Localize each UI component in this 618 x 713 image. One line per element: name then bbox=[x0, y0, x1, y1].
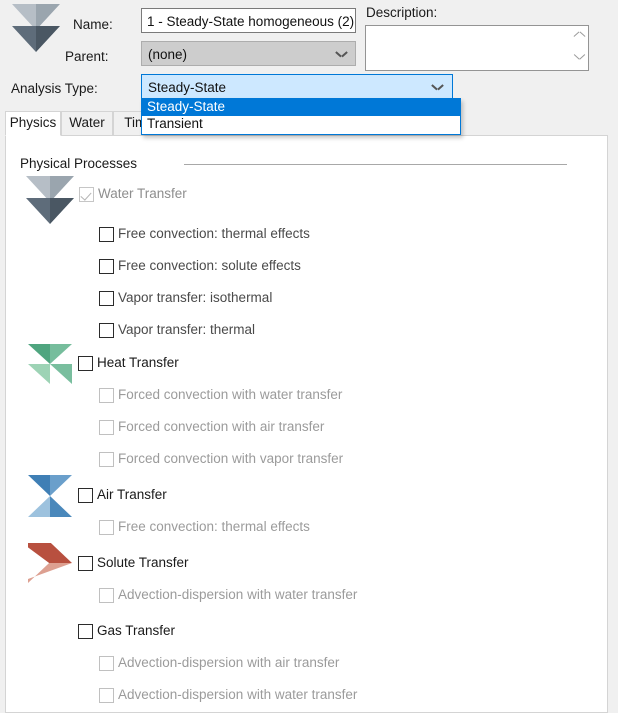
parent-dropdown[interactable]: (none) bbox=[141, 41, 356, 66]
physics-panel: Physical Processes Water Transfer Free c… bbox=[5, 135, 608, 713]
analysis-node-icon bbox=[12, 4, 60, 60]
row-label: Advection-dispersion with water transfer bbox=[118, 586, 357, 604]
scroll-down-icon[interactable] bbox=[574, 54, 585, 61]
analysis-type-dropdown[interactable]: Steady-State bbox=[141, 74, 453, 99]
checkbox-advection-dispersion-with-water-transfer-gas bbox=[99, 688, 114, 703]
checkbox-free-convection-solute-effects[interactable] bbox=[99, 259, 114, 274]
tab-physics[interactable]: Physics bbox=[5, 111, 61, 136]
row-label: Forced convection with water transfer bbox=[118, 386, 342, 404]
scroll-up-icon[interactable] bbox=[574, 36, 585, 43]
checkbox-vapor-transfer-isothermal[interactable] bbox=[99, 291, 114, 306]
row-label: Advection-dispersion with air transfer bbox=[118, 654, 339, 672]
checkbox-vapor-transfer-thermal[interactable] bbox=[99, 323, 114, 338]
row-label: Gas Transfer bbox=[97, 622, 175, 640]
row-label: Air Transfer bbox=[97, 486, 167, 504]
checkbox-heat-transfer[interactable] bbox=[78, 356, 93, 371]
parent-label: Parent: bbox=[65, 49, 109, 64]
checkbox-water-transfer bbox=[79, 187, 94, 202]
checkbox-solute-transfer[interactable] bbox=[78, 556, 93, 571]
checkbox-free-convection-thermal-effects-air bbox=[99, 520, 114, 535]
water-transfer-icon bbox=[26, 176, 74, 228]
description-label: Description: bbox=[366, 5, 437, 20]
heat-transfer-icon bbox=[28, 344, 72, 388]
row-label: Free convection: thermal effects bbox=[118, 518, 310, 536]
name-input[interactable]: 1 - Steady-State homogeneous (2) bbox=[141, 8, 356, 33]
dropdown-option-transient[interactable]: Transient bbox=[142, 116, 460, 133]
checkbox-advection-dispersion-with-air-transfer bbox=[99, 656, 114, 671]
row-label: Water Transfer bbox=[98, 185, 187, 203]
row-label: Free convection: thermal effects bbox=[118, 225, 310, 243]
checkbox-forced-convection-with-air-transfer bbox=[99, 420, 114, 435]
row-label: Forced convection with vapor transfer bbox=[118, 450, 343, 468]
checkbox-free-convection-thermal-effects[interactable] bbox=[99, 227, 114, 242]
section-divider bbox=[184, 164, 567, 165]
air-transfer-icon bbox=[28, 475, 72, 519]
row-label: Heat Transfer bbox=[97, 354, 179, 372]
tab-water[interactable]: Water bbox=[61, 111, 113, 136]
row-label: Vapor transfer: thermal bbox=[118, 321, 255, 339]
checkbox-forced-convection-with-water-transfer bbox=[99, 388, 114, 403]
checkbox-forced-convection-with-vapor-transfer bbox=[99, 452, 114, 467]
analysis-type-dropdown-list[interactable]: Steady-State Transient bbox=[141, 98, 461, 135]
solute-transfer-icon bbox=[28, 543, 72, 587]
row-label: Vapor transfer: isothermal bbox=[118, 289, 272, 307]
dropdown-option-steady-state[interactable]: Steady-State bbox=[142, 99, 460, 116]
header-form-area: Name: 1 - Steady-State homogeneous (2) P… bbox=[0, 0, 618, 110]
row-label: Forced convection with air transfer bbox=[118, 418, 324, 436]
description-textarea[interactable] bbox=[365, 25, 589, 71]
analysis-type-label: Analysis Type: bbox=[11, 81, 98, 96]
checkbox-air-transfer[interactable] bbox=[78, 488, 93, 503]
checkbox-gas-transfer[interactable] bbox=[78, 624, 93, 639]
description-scrollbar[interactable] bbox=[570, 26, 588, 70]
name-label: Name: bbox=[73, 17, 113, 32]
checkbox-advection-dispersion-with-water-transfer-solute bbox=[99, 588, 114, 603]
row-label: Advection-dispersion with water transfer bbox=[118, 686, 357, 704]
physical-processes-title: Physical Processes bbox=[20, 156, 137, 171]
row-label: Free convection: solute effects bbox=[118, 257, 301, 275]
row-label: Solute Transfer bbox=[97, 554, 189, 572]
